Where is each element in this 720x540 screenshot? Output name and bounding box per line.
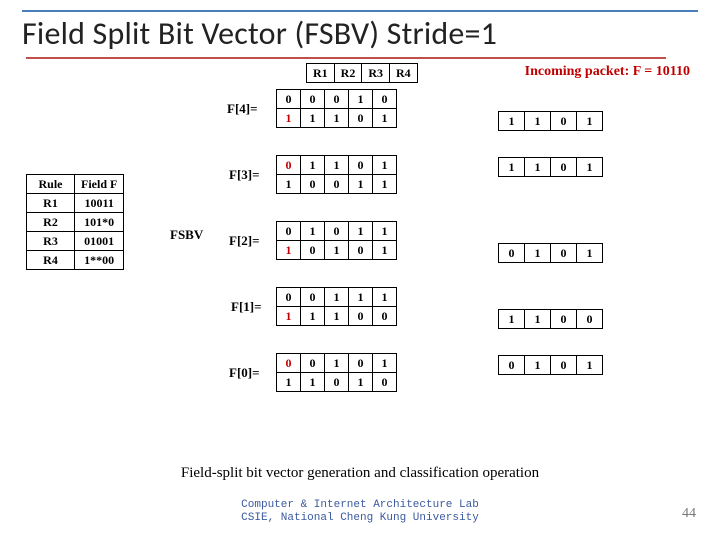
f0-table: 00101 11010 (276, 353, 397, 392)
result-f1-wrap: 1100 (498, 309, 603, 329)
slide-title: Field Split Bit Vector (FSBV) Stride=1 (22, 14, 698, 53)
table-row: 1101 (499, 158, 603, 177)
f2-label: F[2]= (229, 233, 260, 249)
rules-header-field: Field F (75, 175, 124, 194)
f1-label: F[1]= (231, 299, 262, 315)
result-f0-wrap: 0101 (498, 355, 603, 375)
footer: Computer & Internet Architecture Lab CSI… (0, 499, 720, 527)
table-row: Rule Field F (27, 175, 124, 194)
table-row: 11100 (277, 307, 397, 326)
f3-label: F[3]= (229, 167, 260, 183)
f0-label: F[0]= (229, 365, 260, 381)
result-f1: 1100 (498, 309, 603, 329)
table-row: 1100 (499, 310, 603, 329)
f3-table-wrap: 01101 10011 (276, 155, 397, 194)
table-row: 01011 (277, 222, 397, 241)
fsbv-label: FSBV (170, 227, 203, 243)
table-row: 00101 (277, 354, 397, 373)
f1-table-wrap: 00111 11100 (276, 287, 397, 326)
table-row: R2101*0 (27, 213, 124, 232)
f4-table-wrap: 00010 11101 (276, 89, 397, 128)
result-f2: 0101 (498, 243, 603, 263)
slide: Field Split Bit Vector (FSBV) Stride=1 I… (0, 0, 720, 540)
top-rule (22, 10, 698, 12)
caption: Field-split bit vector generation and cl… (0, 465, 720, 482)
col-header: R2 (334, 64, 362, 83)
result-f4: 1101 (498, 111, 603, 131)
table-row: 00111 (277, 288, 397, 307)
table-row: 10011 (277, 175, 397, 194)
table-row: 0101 (499, 244, 603, 263)
f1-table: 00111 11100 (276, 287, 397, 326)
content-area: Incoming packet: F = 10110 Rule Field F … (22, 59, 698, 459)
table-row: 10101 (277, 241, 397, 260)
table-row: 11101 (277, 109, 397, 128)
incoming-packet-label: Incoming packet: F = 10110 (525, 64, 690, 80)
col-headers-wrap: R1 R2 R3 R4 (306, 63, 418, 83)
table-row: R301001 (27, 232, 124, 251)
table-row: R1 R2 R3 R4 (307, 64, 418, 83)
col-headers-table: R1 R2 R3 R4 (306, 63, 418, 83)
result-f0: 0101 (498, 355, 603, 375)
table-row: 11010 (277, 373, 397, 392)
result-f2-wrap: 0101 (498, 243, 603, 263)
table-row: 01101 (277, 156, 397, 175)
page-number: 44 (682, 506, 696, 522)
rules-table: Rule Field F R110011 R2101*0 R301001 R41… (26, 174, 124, 270)
table-row: 00010 (277, 90, 397, 109)
col-header: R1 (307, 64, 335, 83)
rules-header-rule: Rule (27, 175, 75, 194)
col-header: R4 (390, 64, 418, 83)
table-row: R110011 (27, 194, 124, 213)
result-f3: 1101 (498, 157, 603, 177)
col-header: R3 (362, 64, 390, 83)
result-f3-wrap: 1101 (498, 157, 603, 177)
result-f4-wrap: 1101 (498, 111, 603, 131)
footer-line-2: CSIE, National Cheng Kung University (0, 512, 720, 526)
table-row: 1101 (499, 112, 603, 131)
table-row: R41**00 (27, 251, 124, 270)
f3-table: 01101 10011 (276, 155, 397, 194)
f0-table-wrap: 00101 11010 (276, 353, 397, 392)
f4-table: 00010 11101 (276, 89, 397, 128)
footer-line-1: Computer & Internet Architecture Lab (0, 499, 720, 513)
f4-label: F[4]= (227, 101, 258, 117)
rules-table-wrap: Rule Field F R110011 R2101*0 R301001 R41… (26, 174, 124, 270)
f2-table-wrap: 01011 10101 (276, 221, 397, 260)
table-row: 0101 (499, 356, 603, 375)
f2-table: 01011 10101 (276, 221, 397, 260)
